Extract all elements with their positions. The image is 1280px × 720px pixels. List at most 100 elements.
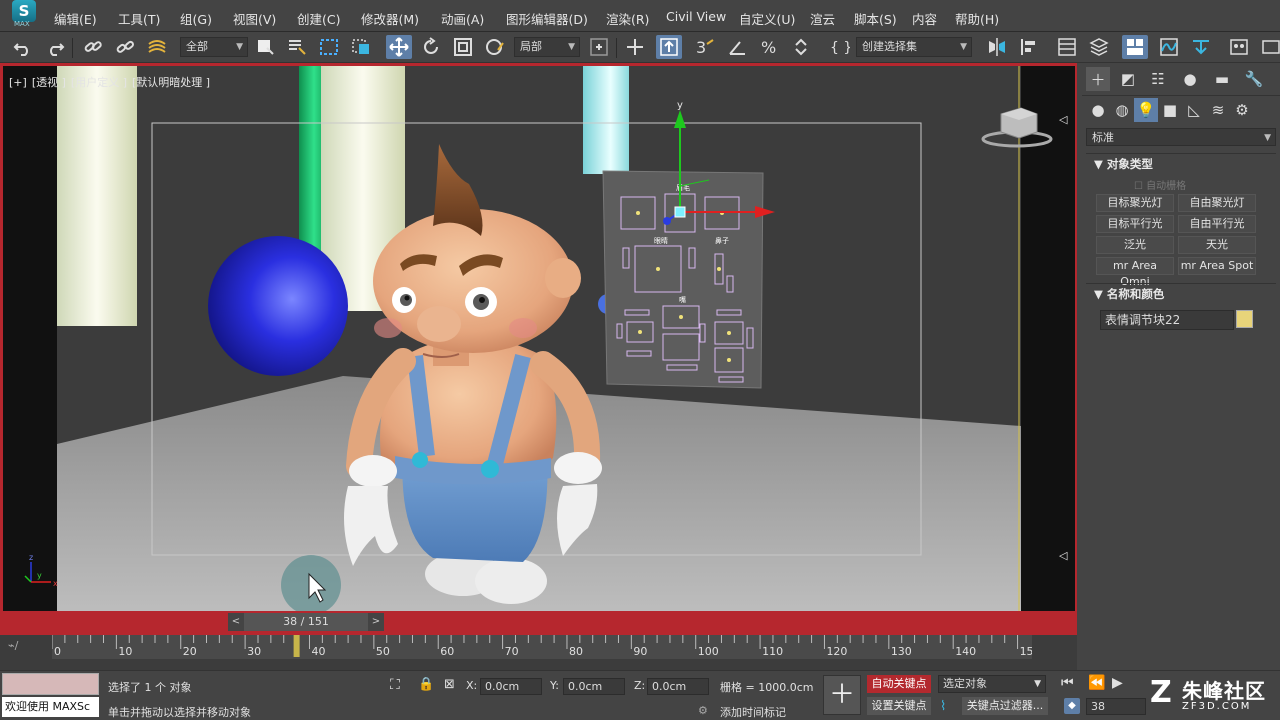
utilities-tab-icon[interactable]: 🔧 [1242,67,1266,91]
object-category-dropdown[interactable]: 标准 ▼ [1086,128,1276,146]
viewport-pov-label[interactable]: [透视 ] [32,76,66,89]
set-key-big-button[interactable]: ＋ [823,675,861,715]
render-setup-icon[interactable] [1258,35,1280,59]
named-selection-set-dropdown[interactable]: 创建选择集 ▼ [856,37,972,57]
select-manipulate-icon[interactable] [622,35,648,59]
menu-edit[interactable]: 编辑(E) [54,9,97,28]
unlink-icon[interactable] [112,35,138,59]
schematic-view-icon[interactable] [1188,35,1214,59]
hierarchy-tab-icon[interactable]: ☷ [1146,67,1170,91]
menu-civil-view[interactable]: Civil View [666,9,726,24]
helpers-icon[interactable]: ◺ [1182,98,1206,122]
set-key-button[interactable]: 设置关键点 [867,697,931,715]
systems-icon[interactable]: ⚙ [1230,98,1254,122]
track-bar[interactable]: ⌁∕ 0 10 20 30 40 50 60 70 80 90 100 110 120 130 140 150 [0,635,1077,670]
window-crossing-icon[interactable] [348,35,374,59]
space-warps-icon[interactable]: ≋ [1206,98,1230,122]
menu-animation[interactable]: 动画(A) [441,9,484,28]
prev-frame-button[interactable]: < [228,613,244,631]
menu-create[interactable]: 创建(C) [297,9,340,28]
free-direct-button[interactable]: 自由平行光 [1178,215,1256,233]
snaps-toggle-icon[interactable]: 3 [692,35,718,59]
menu-rendering[interactable]: 渲染(R) [606,9,649,28]
target-direct-button[interactable]: 目标平行光 [1096,215,1174,233]
menu-content[interactable]: 内容 [912,9,937,28]
play-icon[interactable]: ▶ [1112,675,1123,691]
auto-grid-checkbox[interactable]: ☐ 自动栅格 [1134,177,1186,192]
viewport-menu-plus[interactable]: [+] [9,76,27,89]
display-tab-icon[interactable]: ▬ [1210,67,1234,91]
rollout-name-color[interactable]: ▼ 名称和颜色 [1094,286,1164,302]
scene-render[interactable]: 眉毛 眼睛 鼻子 嘴 y ◁ ◁ z y x [3,66,1075,612]
x-coord-input[interactable]: 0.0cm [480,678,542,695]
menu-modifiers[interactable]: 修改器(M) [361,9,419,28]
menu-graph-editors[interactable]: 图形编辑器(D) [506,9,588,28]
select-object-icon[interactable] [252,35,278,59]
absolute-mode-icon[interactable]: ⊠ [444,677,455,692]
mr-area-spot-button[interactable]: mr Area Spot [1178,257,1256,275]
omni-button[interactable]: 泛光 [1096,236,1174,254]
link-icon[interactable] [80,35,106,59]
keyboard-shortcut-override-icon[interactable] [656,35,682,59]
goto-start-icon[interactable]: ⏮ [1061,675,1074,691]
angle-snap-icon[interactable] [724,35,750,59]
maxscript-input[interactable]: 欢迎使用 MAXSc [2,697,99,717]
viewport-label[interactable]: [+] [透视 ] [用户定义 ] [默认明暗处理 ] [9,74,215,90]
add-time-tag-button[interactable]: 添加时间标记 [720,704,786,720]
object-color-swatch[interactable] [1236,310,1253,328]
timeline-ruler[interactable]: 0 10 20 30 40 50 60 70 80 90 100 110 120 130 140 150 [52,635,1032,670]
cameras-icon[interactable]: ■ [1158,98,1182,122]
viewport-shading-label[interactable]: [默认明暗处理 ] [132,76,210,89]
modify-tab-icon[interactable]: ◩ [1116,67,1140,91]
scene-explorer-icon[interactable] [1054,35,1080,59]
face-control-board[interactable]: 眉毛 眼睛 鼻子 嘴 [602,170,764,389]
reference-coord-dropdown[interactable]: 局部 ▼ [514,37,580,57]
time-slider-handle[interactable]: 38 / 151 [244,613,368,631]
menu-scripting[interactable]: 脚本(S) [854,9,897,28]
free-spot-button[interactable]: 自由聚光灯 [1178,194,1256,212]
curve-editor-mini-icon[interactable]: ⌁∕ [8,639,18,652]
key-filters-button[interactable]: 关键点过滤器... [962,697,1048,715]
menu-customize[interactable]: 自定义(U) [739,9,795,28]
key-mode-toggle-icon[interactable]: ◆ [1064,698,1080,714]
mirror-icon[interactable] [984,35,1010,59]
maxscript-listener-mini[interactable] [2,673,99,695]
target-spot-button[interactable]: 目标聚光灯 [1096,194,1174,212]
prev-key-icon[interactable]: ⏪ [1088,675,1105,691]
rollout-object-type[interactable]: ▼ 对象类型 [1094,156,1153,172]
shapes-icon[interactable]: ◍ [1110,98,1134,122]
menu-views[interactable]: 视图(V) [233,9,276,28]
current-frame-input[interactable]: 38 [1086,698,1146,715]
select-and-scale-icon[interactable] [450,35,476,59]
next-frame-button[interactable]: > [368,613,384,631]
time-slider-track[interactable] [0,611,1077,633]
create-tab-icon[interactable]: ＋ [1086,67,1110,91]
time-tag-icon[interactable]: ⚙ [698,704,708,717]
menu-render-cloud[interactable]: 渲云 [810,9,835,28]
app-logo[interactable]: S MAX [6,0,40,30]
key-filter-icon[interactable]: ⌇ [940,699,946,714]
select-and-rotate-icon[interactable] [418,35,444,59]
redo-icon[interactable] [42,35,68,59]
layer-explorer-icon[interactable] [1086,35,1112,59]
lock-selection-icon[interactable]: 🔒 [418,677,434,692]
mr-area-omni-button[interactable]: mr Area Omni [1096,257,1174,288]
skylight-button[interactable]: 天光 [1178,236,1256,254]
undo-icon[interactable] [10,35,36,59]
curve-editor-icon[interactable] [1156,35,1182,59]
menu-group[interactable]: 组(G) [180,9,212,28]
y-coord-input[interactable]: 0.0cm [563,678,625,695]
timeline-track[interactable] [52,635,1032,659]
toggle-ribbon-icon[interactable] [1122,35,1148,59]
rect-selection-icon[interactable] [316,35,342,59]
edit-named-selection-icon[interactable]: { } [826,35,852,59]
menu-help[interactable]: 帮助(H) [955,9,999,28]
z-coord-input[interactable]: 0.0cm [647,678,709,695]
isolate-selection-icon[interactable]: ⛶ [390,677,400,693]
material-editor-icon[interactable] [1226,35,1252,59]
current-frame-marker[interactable] [293,635,300,657]
viewport-user-defined-label[interactable]: [用户定义 ] [71,76,127,89]
key-mode-dropdown[interactable]: 选定对象 ▼ [938,675,1046,693]
align-icon[interactable] [1016,35,1042,59]
spinner-snap-icon[interactable] [788,35,814,59]
